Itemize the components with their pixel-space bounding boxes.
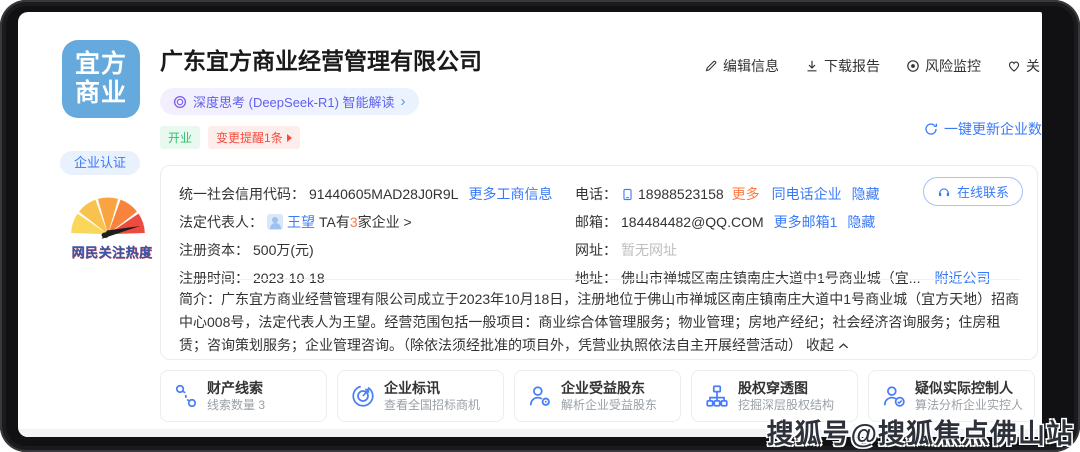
card-subtitle: 解析企业受益股东 — [561, 398, 657, 413]
credit-code-label: 统一社会信用代码： — [179, 184, 305, 204]
legal-rep-more-link[interactable]: TA有3家企业 > — [319, 212, 412, 232]
clue-icon — [173, 383, 199, 409]
download-report-button[interactable]: 下载报告 — [805, 56, 880, 76]
phone-hide-link[interactable]: 隐藏 — [852, 184, 880, 204]
phone-value: 18988523158 — [638, 184, 724, 204]
status-tags: 开业 变更提醒1条 — [160, 126, 300, 149]
logo-line2: 商业 — [62, 79, 140, 108]
company-intro: 简介：广东宜方商业经营管理有限公司成立于2023年10月18日，注册地位于佛山市… — [179, 288, 1021, 357]
phone-icon — [621, 188, 634, 201]
website-value: 暂无网址 — [621, 240, 677, 260]
card-property-clues[interactable]: 财产线索 线索数量 3 — [160, 370, 327, 422]
credit-code-value: 91440605MAD28J0R9L — [309, 184, 458, 204]
change-alert-label: 变更提醒1条 — [216, 129, 283, 146]
legal-more-prefix: TA有 — [319, 214, 350, 230]
page-title: 广东宜方商业经营管理有限公司 — [160, 42, 482, 76]
card-title: 股权穿透图 — [738, 380, 834, 397]
legal-more-count: 3 — [350, 214, 358, 230]
website-label: 网址： — [575, 240, 617, 260]
pencil-icon — [704, 59, 718, 73]
logo-line1: 宜方 — [62, 50, 140, 79]
card-subtitle: 挖掘深层股权结构 — [738, 398, 834, 413]
online-contact-label: 在线联系 — [957, 182, 1009, 201]
headset-icon — [937, 185, 951, 199]
card-title: 财产线索 — [207, 380, 265, 397]
controller-icon — [881, 383, 907, 409]
deepseek-icon — [173, 95, 187, 109]
more-email-link[interactable]: 更多邮箱1 — [774, 212, 838, 232]
card-subtitle: 线索数量 3 — [207, 398, 265, 413]
address-label: 地址： — [575, 268, 617, 288]
email-hide-link[interactable]: 隐藏 — [847, 212, 875, 232]
email-value: 184484482@QQ.COM — [621, 212, 764, 232]
follow-button[interactable]: 关 — [1007, 56, 1040, 76]
legal-rep-label: 法定代表人： — [179, 212, 263, 232]
capital-label: 注册资本： — [179, 240, 249, 260]
intro-label: 简介： — [179, 291, 221, 307]
beneficiary-icon — [527, 383, 553, 409]
update-company-data-label: 一键更新企业数 — [944, 119, 1042, 139]
nearby-companies-link[interactable]: 附近公司 — [934, 268, 990, 288]
deepseek-ai-pill[interactable]: 深度思考 (DeepSeek-R1) 智能解读 › — [160, 88, 419, 115]
gauge-icon — [62, 188, 154, 240]
edit-info-label: 编辑信息 — [723, 56, 779, 76]
header-actions: 编辑信息 下载报告 风险监控 关 — [704, 56, 1040, 76]
intro-text: 广东宜方商业经营管理有限公司成立于2023年10月18日，注册地位于佛山市禅城区… — [179, 291, 1019, 353]
phone-more-link[interactable]: 更多 — [732, 184, 760, 204]
card-title: 企业标讯 — [384, 380, 480, 397]
enterprise-cert-badge[interactable]: 企业认证 — [60, 151, 140, 175]
company-logo: 宜方 商业 — [62, 40, 140, 118]
card-title: 疑似实际控制人 — [915, 380, 1023, 397]
refresh-icon — [924, 122, 938, 136]
card-title: 企业受益股东 — [561, 380, 657, 397]
deepseek-label: 深度思考 (DeepSeek-R1) 智能解读 — [193, 92, 395, 111]
legal-rep-name-link[interactable]: 王望 — [287, 212, 315, 232]
legal-rep-row: 法定代表人： 王望 TA有3家企业 > — [179, 208, 552, 236]
risk-monitor-label: 风险监控 — [925, 56, 981, 76]
collapse-link[interactable]: 收起 — [806, 337, 849, 353]
orgchart-icon — [704, 383, 730, 409]
divider — [177, 279, 1021, 280]
alert-arrow-icon — [287, 134, 292, 142]
card-subtitle: 算法分析企业实控人 — [915, 398, 1023, 413]
heat-gauge: 网民关注热度 — [62, 188, 162, 261]
capital-row: 注册资本： 500万(元) — [179, 236, 552, 264]
edit-info-button[interactable]: 编辑信息 — [704, 56, 779, 76]
page-content: 宜方 商业 广东宜方商业经营管理有限公司 深度思考 (DeepSeek-R1) … — [18, 12, 1042, 437]
reg-date-value: 2023-10-18 — [253, 268, 325, 288]
email-label: 邮箱： — [575, 212, 617, 232]
watermark: 搜狐号@搜狐焦点佛山站 — [767, 412, 1074, 451]
follow-label: 关 — [1026, 56, 1040, 76]
risk-monitor-button[interactable]: 风险监控 — [906, 56, 981, 76]
card-beneficial-owners[interactable]: 企业受益股东 解析企业受益股东 — [514, 370, 681, 422]
website-row: 网址： 暂无网址 — [575, 236, 990, 264]
heat-gauge-label: 网民关注热度 — [62, 242, 162, 261]
monitor-icon — [906, 59, 920, 73]
target-icon — [350, 383, 376, 409]
reg-date-label: 注册时间： — [179, 268, 249, 288]
collapse-label: 收起 — [806, 337, 834, 353]
chevron-right-icon: › — [401, 93, 406, 110]
download-report-label: 下载报告 — [824, 56, 880, 76]
legal-more-suffix: 家企业 > — [358, 214, 412, 230]
card-bid-news[interactable]: 企业标讯 查看全国招标商机 — [337, 370, 504, 422]
update-company-data-link[interactable]: 一键更新企业数 — [924, 119, 1042, 139]
chevron-up-icon — [838, 342, 849, 350]
heart-icon — [1007, 59, 1021, 73]
more-business-info-link[interactable]: 更多工商信息 — [468, 184, 552, 204]
online-contact-button[interactable]: 在线联系 — [923, 177, 1023, 206]
same-phone-companies-link[interactable]: 同电话企业 — [772, 184, 842, 204]
capital-value: 500万(元) — [253, 240, 314, 260]
avatar — [267, 214, 283, 230]
download-icon — [805, 59, 819, 73]
card-subtitle: 查看全国招标商机 — [384, 398, 480, 413]
credit-code-row: 统一社会信用代码： 91440605MAD28J0R9L 更多工商信息 — [179, 180, 552, 208]
change-alert-badge[interactable]: 变更提醒1条 — [208, 126, 300, 149]
email-row: 邮箱： 184484482@QQ.COM 更多邮箱1 隐藏 — [575, 208, 990, 236]
address-value: 佛山市禅城区南庄镇南庄大道中1号商业城（宜... — [621, 268, 920, 288]
status-badge-open: 开业 — [160, 126, 200, 149]
phone-label: 电话： — [575, 184, 617, 204]
company-info-card: 统一社会信用代码： 91440605MAD28J0R9L 更多工商信息 法定代表… — [160, 165, 1038, 360]
info-left-column: 统一社会信用代码： 91440605MAD28J0R9L 更多工商信息 法定代表… — [179, 180, 552, 292]
